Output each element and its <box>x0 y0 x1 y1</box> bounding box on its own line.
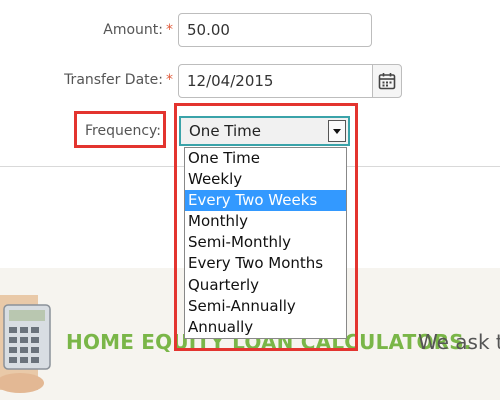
calendar-icon <box>378 73 396 90</box>
amount-required-mark: * <box>166 22 173 38</box>
amount-label-text: Amount: <box>103 22 163 38</box>
calculator-illustration <box>0 295 51 393</box>
amount-label: Amount: * <box>103 22 173 38</box>
frequency-dropdown-annotation-box <box>174 103 358 351</box>
transfer-date-input[interactable]: 12/04/2015 <box>178 64 373 98</box>
transfer-date-label-text: Transfer Date: <box>64 72 163 88</box>
amount-input[interactable]: 50.00 <box>178 13 372 47</box>
banner-subtitle: We ask th <box>418 330 500 354</box>
frequency-label-annotation-box <box>74 111 166 148</box>
transfer-date-label: Transfer Date: * <box>64 72 173 88</box>
calendar-button[interactable] <box>372 64 402 98</box>
transfer-date-required-mark: * <box>166 72 173 88</box>
